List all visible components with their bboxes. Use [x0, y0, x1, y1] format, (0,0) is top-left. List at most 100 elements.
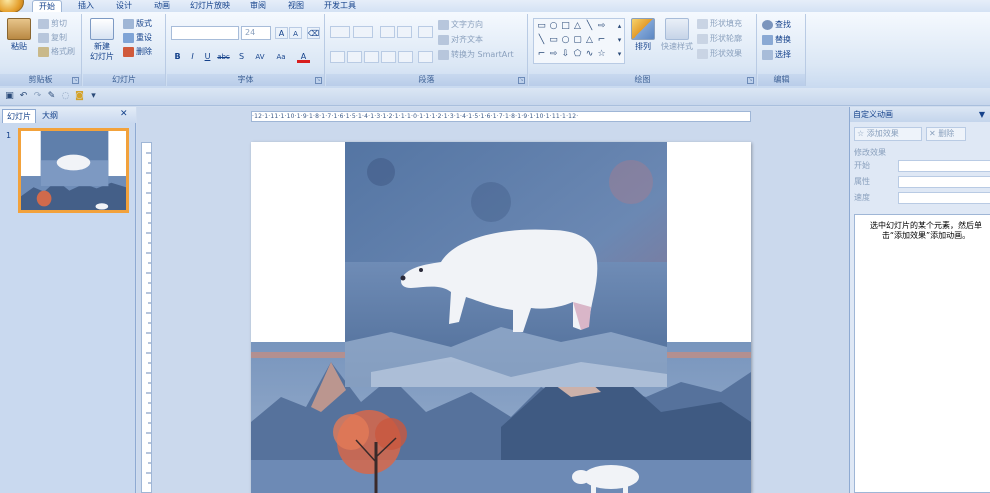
tab-slides[interactable]: 幻灯片: [2, 109, 36, 123]
gallery-scroll-down-icon[interactable]: ▾: [614, 35, 625, 45]
rounded-rect-shape-icon[interactable]: ▢: [572, 35, 583, 45]
copy-button[interactable]: 复制: [38, 32, 67, 44]
property-select[interactable]: [898, 176, 990, 188]
tab-outline[interactable]: 大纲: [38, 109, 62, 123]
down-arrow-shape-icon[interactable]: ⇩: [560, 49, 571, 59]
drawing-launcher-icon[interactable]: ↘: [747, 77, 754, 84]
shadow-button[interactable]: S: [235, 51, 248, 63]
italic-button[interactable]: I: [186, 51, 199, 63]
clipboard-launcher-icon[interactable]: ↘: [72, 77, 79, 84]
speed-select[interactable]: [898, 192, 990, 204]
ribbon-tab-bar: 开始 插入 设计 动画 幻灯片放映 审阅 视图 开发工具: [0, 0, 990, 14]
animation-list[interactable]: 选中幻灯片的某个元素，然后单击“添加效果”添加动画。: [854, 214, 990, 493]
close-pane-icon[interactable]: ✕: [120, 109, 128, 119]
triangle-shape-2-icon[interactable]: △: [584, 35, 595, 45]
format-painter-button[interactable]: 格式刷: [38, 46, 75, 58]
numbering-icon[interactable]: [353, 26, 373, 38]
find-button[interactable]: 查找: [762, 19, 791, 31]
cut-button[interactable]: 剪切: [38, 18, 67, 30]
text-direction-button[interactable]: 文字方向: [438, 19, 483, 31]
distribute-icon[interactable]: [398, 51, 413, 63]
font-launcher-icon[interactable]: ↘: [315, 77, 322, 84]
tab-home[interactable]: 开始: [32, 0, 62, 12]
elbow-shape-icon[interactable]: ⌐: [536, 49, 547, 59]
columns-icon[interactable]: [418, 51, 433, 63]
oval-shape-icon[interactable]: ○: [548, 21, 559, 31]
oval-shape-2-icon[interactable]: ○: [560, 35, 571, 45]
justify-icon[interactable]: [381, 51, 396, 63]
rect-shape-icon[interactable]: □: [560, 21, 571, 31]
reset-button[interactable]: 重设: [123, 32, 152, 44]
increase-indent-icon[interactable]: [397, 26, 412, 38]
triangle-shape-icon[interactable]: △: [572, 21, 583, 31]
save-icon[interactable]: ▣: [4, 91, 15, 102]
line-spacing-icon[interactable]: [418, 26, 433, 38]
gallery-more-icon[interactable]: ▾: [614, 49, 625, 59]
line-shape-icon[interactable]: ╲: [584, 21, 595, 31]
align-left-icon[interactable]: [330, 51, 345, 63]
font-size-field[interactable]: 24: [241, 26, 271, 40]
line-shape-2-icon[interactable]: ╲: [536, 35, 547, 45]
tab-slideshow[interactable]: 幻灯片放映: [184, 0, 236, 12]
arrow-shape-icon[interactable]: ⇨: [596, 21, 607, 31]
star-shape-icon[interactable]: ☆: [596, 49, 607, 59]
tab-animations[interactable]: 动画: [148, 0, 176, 12]
decrease-indent-icon[interactable]: [380, 26, 395, 38]
tab-review[interactable]: 审阅: [244, 0, 272, 12]
quick-styles-button[interactable]: 快速样式: [659, 18, 695, 52]
undo-icon[interactable]: ↶: [18, 91, 29, 102]
shape-effects-button[interactable]: 形状效果: [697, 48, 742, 60]
underline-button[interactable]: U: [201, 51, 214, 63]
tab-insert[interactable]: 插入: [72, 0, 100, 12]
smartart-button[interactable]: 转换为 SmartArt: [438, 49, 514, 61]
tab-developer[interactable]: 开发工具: [318, 0, 362, 12]
right-arrow-shape-icon[interactable]: ⇨: [548, 49, 559, 59]
align-center-icon[interactable]: [347, 51, 362, 63]
start-select[interactable]: [898, 160, 990, 172]
delete-slide-button[interactable]: 删除: [123, 46, 152, 58]
bullets-icon[interactable]: [330, 26, 350, 38]
gallery-scroll-up-icon[interactable]: ▴: [614, 21, 625, 31]
format-icon[interactable]: ✎: [46, 91, 57, 102]
tab-design[interactable]: 设计: [110, 0, 138, 12]
tab-view[interactable]: 视图: [282, 0, 310, 12]
paste-button[interactable]: 粘贴: [6, 18, 32, 52]
new-slide-button[interactable]: 新建 幻灯片: [87, 18, 117, 62]
redo-icon[interactable]: ↷: [32, 91, 43, 102]
shape-fill-button[interactable]: 形状填充: [697, 18, 742, 30]
slide-canvas[interactable]: [251, 142, 751, 493]
shapes-gallery[interactable]: ▭ ○ □ △ ╲ ⇨ ╲ ▭ ○ ▢ △ ⌐ ⌐ ⇨ ⇩ ⬠ ∿ ☆ ▴ ▾ …: [533, 18, 625, 64]
remove-effect-button[interactable]: ✕ 删除: [926, 127, 966, 141]
corner-shape-icon[interactable]: ⌐: [596, 35, 607, 45]
shape-outline-button[interactable]: 形状轮廓: [697, 33, 742, 45]
arrange-button[interactable]: 排列: [629, 18, 657, 52]
pentagon-shape-icon[interactable]: ⬠: [572, 49, 583, 59]
grow-font-button[interactable]: A: [275, 27, 288, 39]
paragraph-launcher-icon[interactable]: ↘: [518, 77, 525, 84]
curve-shape-icon[interactable]: ∿: [584, 49, 595, 59]
text-box-shape-icon[interactable]: ▭: [536, 21, 547, 31]
quick-styles-label: 快速样式: [661, 42, 693, 51]
clear-format-icon[interactable]: ⌫: [307, 27, 320, 39]
pane-dropdown-icon[interactable]: ▼: [979, 107, 985, 122]
layout-button[interactable]: 版式: [123, 18, 152, 30]
smartart-label: 转换为 SmartArt: [451, 50, 514, 59]
char-spacing-button[interactable]: AV: [251, 51, 269, 63]
add-effect-button[interactable]: ☆ 添加效果: [854, 127, 922, 141]
select-button[interactable]: 选择: [762, 49, 791, 61]
replace-button[interactable]: 替换: [762, 34, 791, 46]
picture-icon[interactable]: ◙: [74, 91, 85, 102]
rect-shape-2-icon[interactable]: ▭: [548, 35, 559, 45]
align-right-icon[interactable]: [364, 51, 379, 63]
slide-editing-area: ·12·1·11·1·10·1·9·1·8·1·7·1·6·1·5·1·4·1·…: [137, 107, 849, 493]
qat-more-icon[interactable]: ▾: [88, 91, 99, 102]
shrink-font-button[interactable]: A: [289, 27, 302, 39]
align-text-button[interactable]: 对齐文本: [438, 34, 483, 46]
strikethrough-button[interactable]: abc: [217, 51, 230, 63]
circle-icon[interactable]: ◌: [60, 91, 71, 102]
bold-button[interactable]: B: [171, 51, 184, 63]
font-name-field[interactable]: [171, 26, 239, 40]
change-case-button[interactable]: Aa: [273, 51, 289, 63]
font-color-button[interactable]: A: [297, 51, 310, 63]
slide-thumbnail[interactable]: [18, 128, 129, 213]
